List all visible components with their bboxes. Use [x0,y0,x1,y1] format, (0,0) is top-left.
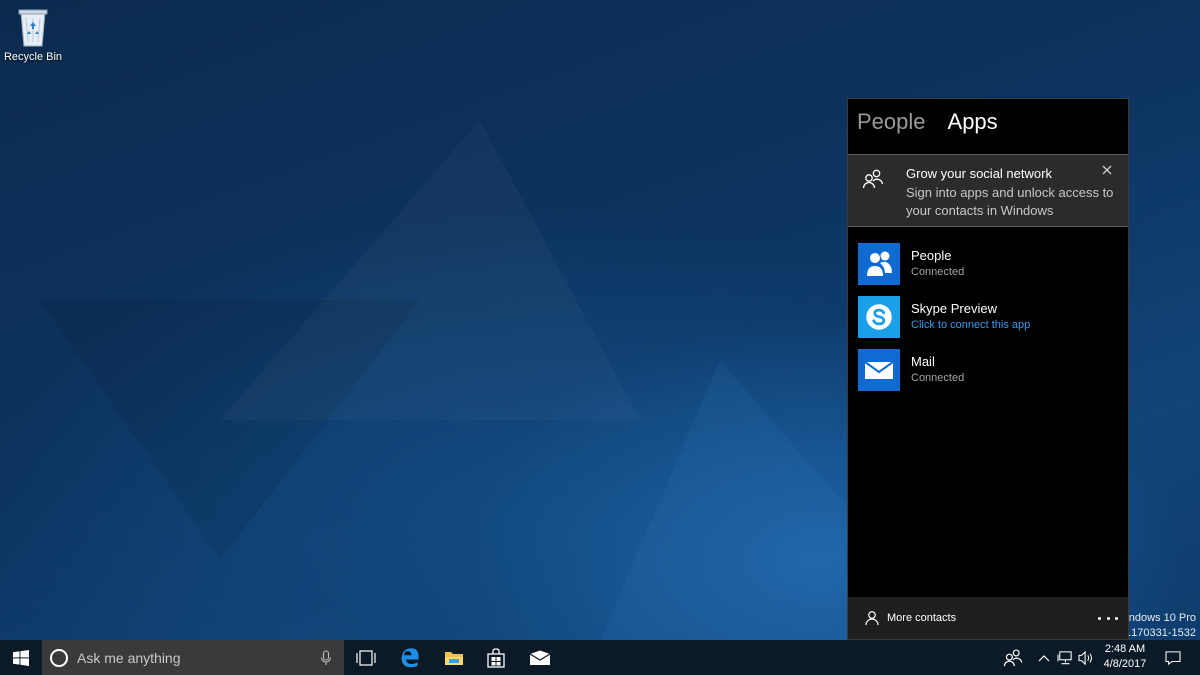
people-icon [1003,648,1023,666]
people-app-icon [858,243,900,285]
taskbar-clock[interactable]: 2:48 AM 4/8/2017 [1098,642,1152,672]
mail-icon [858,349,900,391]
ellipsis-icon[interactable] [1098,611,1118,625]
task-view-button[interactable] [346,640,386,675]
more-contacts-button[interactable]: More contacts [864,610,956,626]
flyout-tabs: People Apps [857,107,998,139]
clock-date: 4/8/2017 [1103,658,1147,670]
microphone-icon[interactable] [320,650,332,666]
tab-people[interactable]: People [857,107,926,139]
store-icon [487,647,505,668]
social-network-promo[interactable]: Grow your social network Sign into apps … [848,154,1128,227]
skype-icon [858,296,900,338]
people-icon [862,169,884,189]
desktop-icon-label: Recycle Bin [3,51,63,63]
app-row-skype[interactable]: Skype Preview Click to connect this app [858,296,1123,349]
network-button[interactable] [1055,640,1075,675]
people-flyout: People Apps Grow your social network Sig… [847,98,1129,640]
promo-body: Sign into apps and unlock access to your… [906,185,1114,218]
app-status: Connected [911,372,965,384]
connected-apps-list: People Connected Skype Preview Click to … [858,243,1123,402]
promo-title: Grow your social network [906,166,1052,181]
app-name: People [911,248,952,263]
mail-icon [529,650,551,665]
app-name: Skype Preview [911,301,997,316]
close-icon[interactable] [1100,163,1114,177]
chevron-up-icon [1038,654,1050,661]
windows-logo-icon [13,649,29,666]
recycle-bin-icon [18,9,48,47]
notification-icon [1165,650,1181,665]
tab-apps[interactable]: Apps [948,107,998,139]
connect-app-link[interactable]: Click to connect this app [911,319,1030,331]
clock-time: 2:48 AM [1104,643,1146,655]
volume-button[interactable] [1076,640,1096,675]
app-row-mail[interactable]: Mail Connected [858,349,1123,402]
search-placeholder: Ask me anything [77,649,181,666]
more-contacts-label: More contacts [887,612,957,624]
show-hidden-icons-button[interactable] [1035,640,1053,675]
contact-icon [865,611,879,626]
volume-icon [1078,650,1092,665]
cortana-icon [50,648,68,667]
tray-people-button[interactable] [996,640,1030,675]
app-row-people[interactable]: People Connected [858,243,1123,296]
start-button[interactable] [0,640,42,675]
edge-icon [401,647,419,667]
file-explorer-button[interactable] [434,640,474,675]
search-input[interactable]: Ask me anything [42,640,344,675]
file-explorer-icon [445,651,463,665]
app-name: Mail [911,354,935,369]
mail-taskbar-button[interactable] [520,640,560,675]
flyout-footer: More contacts [848,597,1128,639]
taskbar: Ask me anything 2:48 AM 4/8/2017 [0,640,1200,675]
action-center-button[interactable] [1156,640,1190,675]
desktop-icon-recycle-bin[interactable]: Recycle Bin [4,6,62,70]
task-view-icon [356,649,376,666]
app-status: Connected [911,266,965,278]
wallpaper-facet [40,300,420,560]
edge-button[interactable] [390,640,430,675]
store-button[interactable] [476,640,516,675]
network-icon [1057,650,1072,664]
